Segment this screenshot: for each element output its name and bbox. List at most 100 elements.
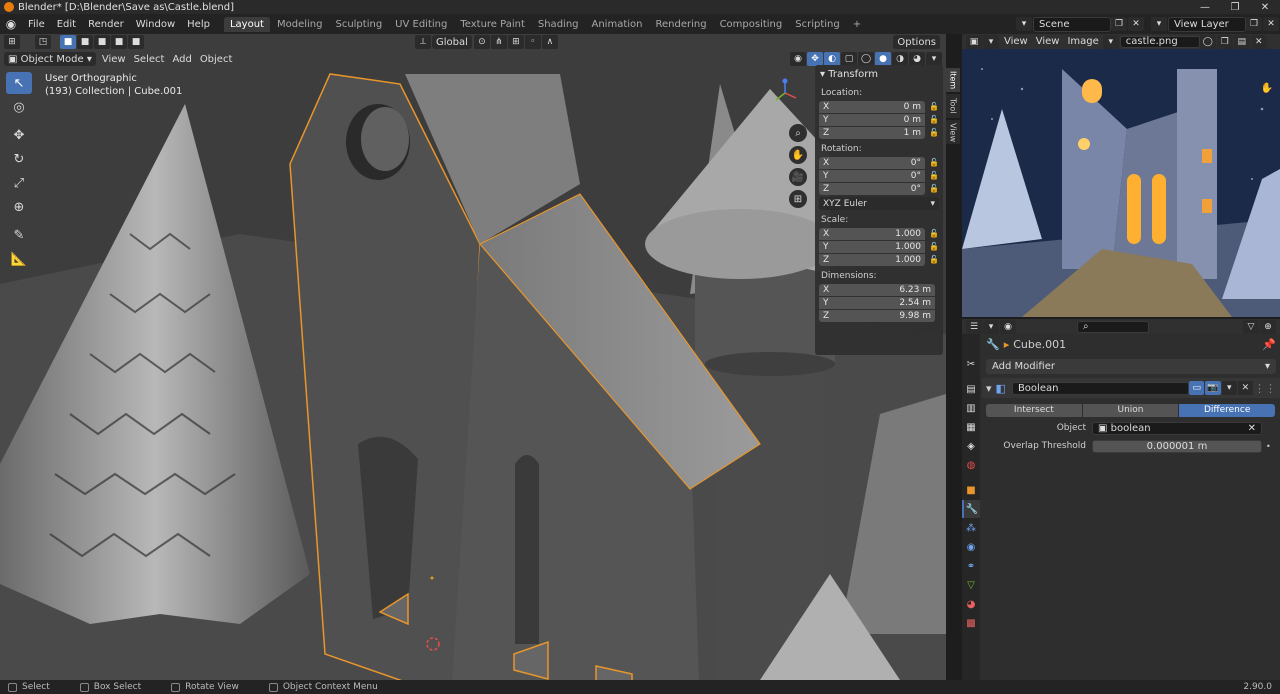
lock-icon[interactable]: 🔓 (929, 229, 939, 238)
image-menu-view[interactable]: View (1032, 35, 1064, 49)
view-layer-properties-icon[interactable]: ▦ (962, 418, 980, 436)
image-name-field[interactable]: castle.png (1119, 35, 1200, 48)
union-button[interactable]: Union (1082, 403, 1179, 417)
minimize-button[interactable]: — (1190, 0, 1220, 14)
menu-object[interactable]: Object (196, 52, 237, 66)
new-view-layer-icon[interactable]: ❐ (1246, 17, 1262, 31)
pivot-icon[interactable]: ⊙ (473, 35, 490, 49)
cursor-icon[interactable]: ◎ (6, 96, 32, 118)
menu-file[interactable]: File (22, 19, 51, 30)
options-dropdown[interactable]: Options (893, 35, 940, 49)
tab-sculpting[interactable]: Sculpting (329, 17, 388, 32)
view-layer-field[interactable]: View Layer (1168, 16, 1246, 32)
new-image-icon[interactable]: ❐ (1216, 34, 1233, 49)
lock-icon[interactable]: 🔓 (929, 242, 939, 251)
lock-icon[interactable]: 🔓 (929, 102, 939, 111)
scale-x-field[interactable]: X 1.000 (819, 227, 925, 240)
clear-object-icon[interactable]: ✕ (1248, 423, 1256, 434)
lock-icon[interactable]: 🔓 (929, 255, 939, 264)
measure-icon[interactable]: 📐 (6, 248, 32, 270)
tab-uv-editing[interactable]: UV Editing (389, 17, 453, 32)
pin-icon[interactable]: 📌 (1262, 338, 1276, 351)
select-new-icon[interactable]: ■ (60, 35, 76, 49)
drag-handle-icon[interactable]: ⋮⋮ (1254, 382, 1276, 395)
image-editor-type-icon[interactable]: ▣ (966, 34, 982, 49)
remove-modifier-icon[interactable]: ✕ (1237, 381, 1254, 395)
delete-scene-icon[interactable]: ✕ (1128, 17, 1144, 31)
tab-animation[interactable]: Animation (586, 17, 649, 32)
scene-field[interactable]: Scene (1033, 16, 1111, 32)
proportional-icon[interactable]: ◦ (524, 35, 541, 49)
zoom-icon[interactable]: ⌕ (789, 124, 807, 142)
tab-shading[interactable]: Shading (532, 17, 585, 32)
snap-icon[interactable]: ⋔ (490, 35, 507, 49)
shading-options-icon[interactable]: ▾ (926, 52, 942, 66)
outliner-type-icon[interactable]: ☰ (966, 319, 982, 334)
material-properties-icon[interactable]: ◕ (962, 595, 980, 613)
select-intersect-icon[interactable]: ■ (128, 35, 144, 49)
rotation-x-field[interactable]: X 0° (819, 156, 925, 169)
keyframe-dot-icon[interactable]: • (1266, 442, 1276, 451)
modifier-name-field[interactable]: Boolean (1011, 381, 1190, 395)
image-browse-icon[interactable]: ▾ (1102, 34, 1119, 49)
scale-icon[interactable]: ⤢ (6, 172, 32, 194)
lock-icon[interactable]: 🔓 (929, 158, 939, 167)
snap-target-icon[interactable]: ⊞ (507, 35, 524, 49)
tab-modeling[interactable]: Modeling (271, 17, 329, 32)
rotation-y-field[interactable]: Y 0° (819, 169, 925, 182)
orientation-dropdown[interactable]: Global (432, 35, 472, 49)
boolean-object-field[interactable]: ▣ boolean ✕ (1092, 421, 1262, 435)
difference-button[interactable]: Difference (1179, 403, 1276, 417)
scale-z-field[interactable]: Z 1.000 (819, 253, 925, 266)
rotation-z-field[interactable]: Z 0° (819, 182, 925, 195)
texture-properties-icon[interactable]: ▩ (962, 614, 980, 632)
filter-funnel-icon[interactable]: ▽ (1243, 319, 1259, 334)
dimension-y-field[interactable]: Y 2.54 m (819, 296, 935, 309)
unlink-image-icon[interactable]: ✕ (1250, 34, 1267, 49)
pan-hand-icon[interactable]: ✋ (789, 146, 807, 164)
transform-header[interactable]: ▾ Transform (815, 65, 943, 83)
world-properties-icon[interactable]: ◍ (962, 456, 980, 474)
select-extend-icon[interactable]: ■ (77, 35, 93, 49)
maximize-button[interactable]: ❐ (1220, 0, 1250, 14)
new-scene-icon[interactable]: ❐ (1111, 17, 1127, 31)
menu-select[interactable]: Select (130, 52, 169, 66)
visibility-icon[interactable]: ◉ (790, 52, 806, 66)
outliner-search-input[interactable]: ⌕ (1077, 320, 1149, 333)
move-icon[interactable]: ✥ (6, 124, 32, 146)
xray-icon[interactable]: ▢ (841, 52, 857, 66)
shading-solid-icon[interactable]: ● (875, 52, 891, 66)
view-layer-icon[interactable]: ▾ (1151, 17, 1167, 31)
object-properties-icon[interactable]: ■ (962, 481, 980, 499)
constraint-properties-icon[interactable]: ⚭ (962, 557, 980, 575)
location-z-field[interactable]: Z1 m (819, 126, 925, 139)
image-pan-hand-icon[interactable]: ✋ (1258, 79, 1276, 97)
blender-menu-icon[interactable]: ◉ (0, 17, 22, 31)
intersect-button[interactable]: Intersect (986, 403, 1082, 417)
scale-y-field[interactable]: Y 1.000 (819, 240, 925, 253)
show-render-icon[interactable]: 📷 (1205, 381, 1221, 395)
select-subtract-icon[interactable]: ■ (94, 35, 110, 49)
menu-add[interactable]: Add (168, 52, 195, 66)
show-viewport-icon[interactable]: ▭ (1189, 381, 1205, 395)
menu-help[interactable]: Help (181, 19, 216, 30)
image-view-dropdown[interactable]: View (1000, 35, 1032, 49)
image-menu-image[interactable]: Image (1063, 35, 1102, 49)
annotate-icon[interactable]: ✎ (6, 224, 32, 246)
tab-view[interactable]: View (946, 120, 960, 144)
shading-render-icon[interactable]: ◕ (909, 52, 925, 66)
dimension-z-field[interactable]: Z 9.98 m (819, 309, 935, 322)
tab-texture-paint[interactable]: Texture Paint (454, 17, 531, 32)
rotate-icon[interactable]: ↻ (6, 148, 32, 170)
menu-edit[interactable]: Edit (51, 19, 82, 30)
ortho-grid-icon[interactable]: ⊞ (789, 190, 807, 208)
menu-render[interactable]: Render (82, 19, 130, 30)
close-window-button[interactable]: ✕ (1250, 0, 1280, 14)
tab-item[interactable]: Item (946, 68, 960, 92)
collapse-icon[interactable]: ▾ (986, 382, 992, 395)
modifier-menu-icon[interactable]: ▾ (1221, 381, 1237, 395)
outliner-filter-icon[interactable]: ◉ (1000, 319, 1016, 334)
editor-type-icon[interactable]: ⊞ (4, 35, 20, 49)
new-collection-icon[interactable]: ⊕ (1260, 319, 1276, 334)
dimension-x-field[interactable]: X 6.23 m (819, 283, 935, 296)
